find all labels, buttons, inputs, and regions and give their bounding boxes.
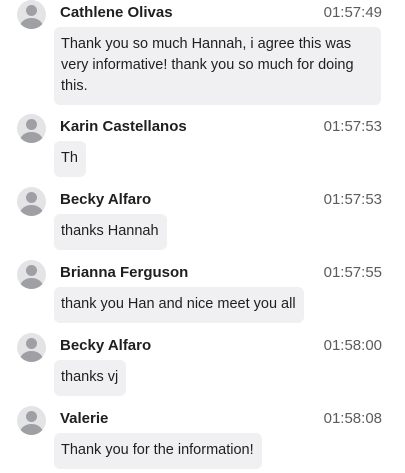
avatar-icon [17,187,46,216]
message-bubble: thanks Hannah [54,214,167,250]
message-bubble: thank you Han and nice meet you all [54,287,304,323]
chat-message-list: Cathlene Olivas 01:57:49 Thank you so mu… [0,0,405,473]
sender-name: Karin Castellanos [60,118,187,135]
message-timestamp: 01:57:49 [323,4,382,21]
sender-name: Brianna Ferguson [60,264,189,281]
avatar-icon [17,406,46,435]
message-bubble: Thank you for the information! [54,433,262,469]
message-timestamp: 01:58:08 [323,410,382,427]
message-timestamp: 01:58:00 [323,337,382,354]
message-bubble: thanks vj [54,360,127,396]
avatar-icon [17,333,46,362]
sender-name: Becky Alfaro [60,191,152,208]
message-timestamp: 01:57:55 [323,264,382,281]
message-timestamp: 01:57:53 [323,118,382,135]
sender-name: Cathlene Olivas [60,4,173,21]
sender-name: Becky Alfaro [60,337,152,354]
message-bubble: Thank you so much Hannah, i agree this w… [54,27,381,105]
avatar-icon [17,114,46,143]
sender-name: Valerie [60,410,109,427]
avatar-icon [17,260,46,289]
message-timestamp: 01:57:53 [323,191,382,208]
message-bubble: Th [54,141,86,177]
avatar-icon [17,0,46,29]
